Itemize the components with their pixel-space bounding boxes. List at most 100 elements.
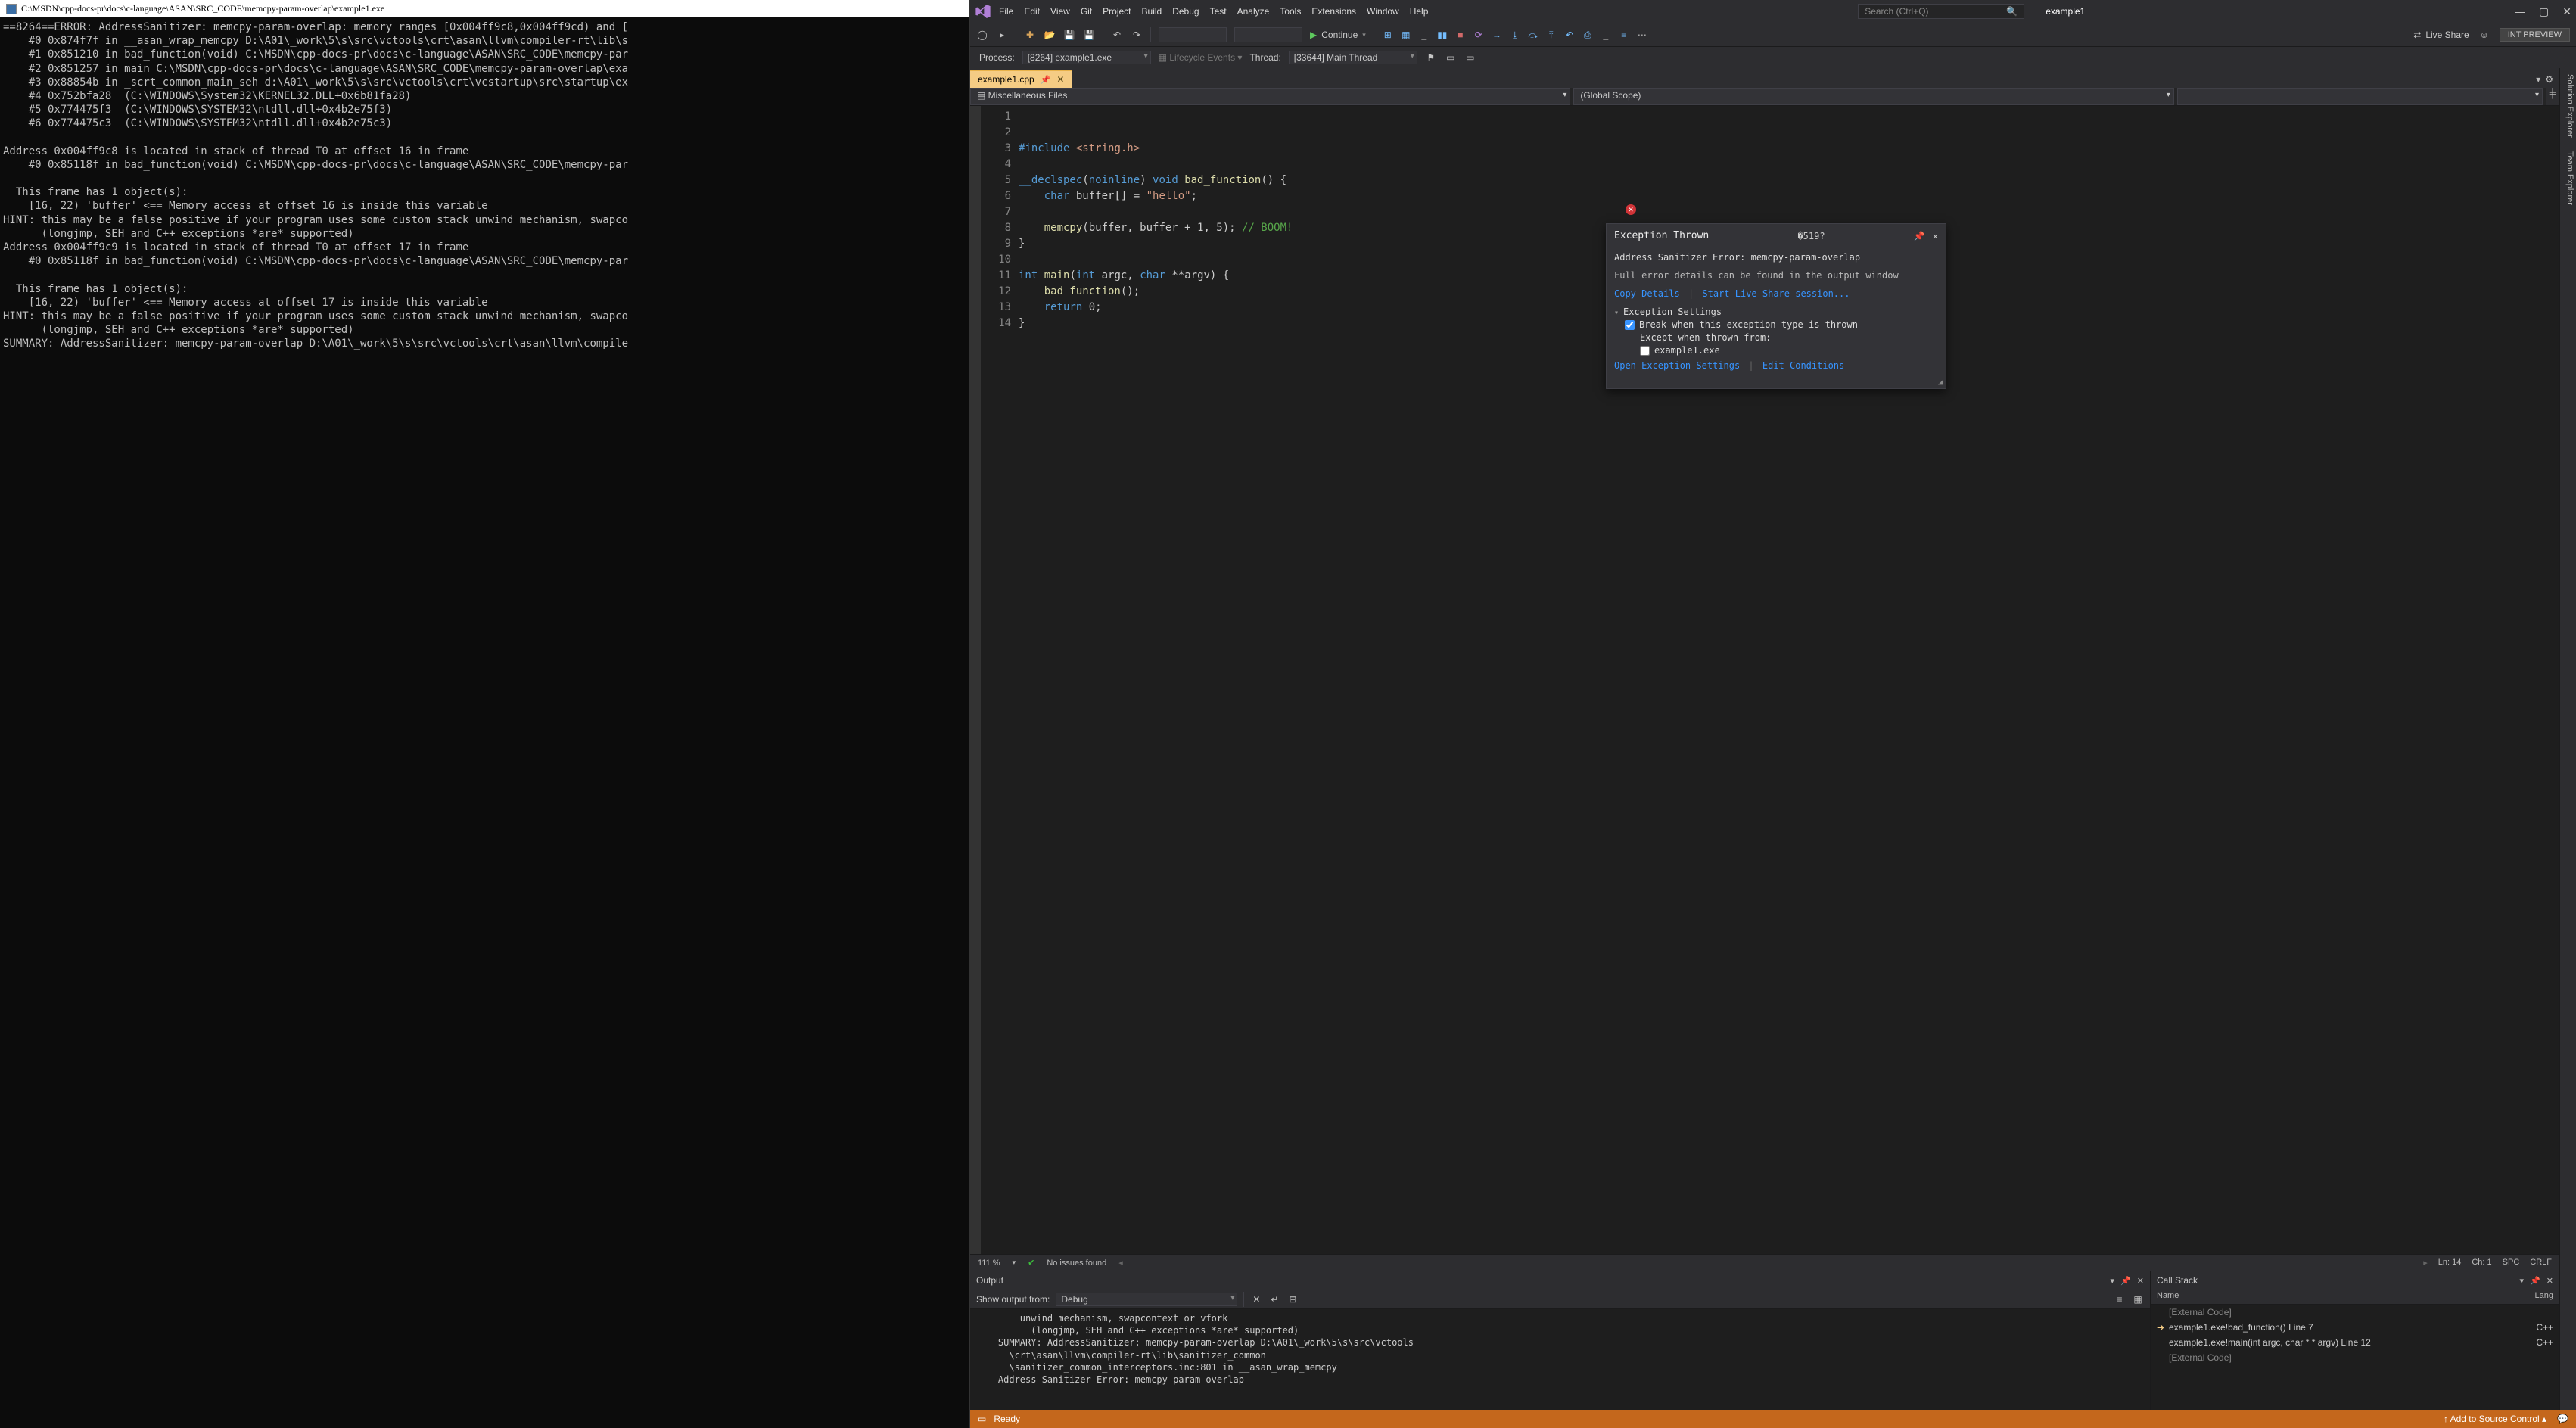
- menu-debug[interactable]: Debug: [1172, 6, 1199, 17]
- menu-test[interactable]: Test: [1210, 6, 1227, 17]
- menu-git[interactable]: Git: [1081, 6, 1092, 17]
- output-find-icon[interactable]: ⊟: [1286, 1293, 1299, 1305]
- tab-settings-icon[interactable]: ⚙: [2545, 74, 2553, 85]
- menu-view[interactable]: View: [1050, 6, 1070, 17]
- step-out-icon[interactable]: ⤒: [1545, 29, 1557, 41]
- callstack-row[interactable]: [External Code]: [2151, 1305, 2559, 1320]
- hex-icon[interactable]: ▦: [1400, 29, 1412, 41]
- eol-indicator[interactable]: CRLF: [2530, 1258, 2552, 1268]
- issues-text[interactable]: No issues found: [1047, 1258, 1106, 1268]
- cs-dropdown-icon[interactable]: ▾: [2520, 1276, 2525, 1286]
- nav-back-icon[interactable]: ◯: [976, 29, 988, 41]
- exception-pin-icon[interactable]: �519?: [1797, 231, 1825, 241]
- error-glyph-icon[interactable]: ✕: [1626, 204, 1636, 215]
- callstack-tab[interactable]: Call Stack: [2157, 1275, 2198, 1286]
- stop-icon[interactable]: ■: [1454, 29, 1467, 41]
- col-indicator[interactable]: Ch: 1: [2472, 1258, 2491, 1268]
- stackframe-icon[interactable]: ▭: [1445, 51, 1457, 64]
- pin-icon[interactable]: 📌: [1041, 75, 1051, 85]
- save-icon[interactable]: 💾: [1063, 29, 1075, 41]
- output-opt-icon[interactable]: ▦: [2132, 1293, 2144, 1305]
- output-goto-icon[interactable]: ≡: [2114, 1293, 2126, 1305]
- cs-pin-icon[interactable]: 📌: [2530, 1276, 2540, 1286]
- open-icon[interactable]: 📂: [1044, 29, 1056, 41]
- panel-close-icon[interactable]: ✕: [2137, 1276, 2144, 1286]
- search-box[interactable]: Search (Ctrl+Q) 🔍: [1858, 4, 2024, 19]
- menu-tools[interactable]: Tools: [1280, 6, 1301, 17]
- cs-col-name[interactable]: Name: [2157, 1291, 2179, 1302]
- output-from-combo[interactable]: Debug: [1056, 1293, 1237, 1306]
- menu-help[interactable]: Help: [1410, 6, 1429, 17]
- callstack-row[interactable]: ➔example1.exe!bad_function() Line 7C++: [2151, 1320, 2559, 1335]
- exception-settings-header[interactable]: Exception Settings: [1614, 306, 1938, 317]
- stackframe2-icon[interactable]: ▭: [1464, 51, 1476, 64]
- redo-icon[interactable]: ↷: [1131, 29, 1143, 41]
- undo-icon[interactable]: ↶: [1111, 29, 1123, 41]
- windows-icon[interactable]: ⊞: [1382, 29, 1394, 41]
- lifecycle-events[interactable]: ▦ Lifecycle Events ▾: [1159, 52, 1243, 63]
- cs-col-lang[interactable]: Lang: [2535, 1291, 2553, 1302]
- thread-combo[interactable]: [33644] Main Thread: [1289, 51, 1417, 64]
- callstack-row[interactable]: example1.exe!main(int argc, char * * arg…: [2151, 1335, 2559, 1350]
- platform-dropdown[interactable]: [1234, 27, 1302, 42]
- nav-fwd-icon[interactable]: ▸: [996, 29, 1008, 41]
- edit-conditions-link[interactable]: Edit Conditions: [1762, 360, 1844, 371]
- exception-pin-icon[interactable]: 📌: [1914, 231, 1925, 241]
- step-over-icon[interactable]: ⤼: [1527, 29, 1539, 41]
- nav-scope-left[interactable]: ▤ Miscellaneous Files: [970, 88, 1570, 105]
- console-titlebar[interactable]: C:\MSDN\cpp-docs-pr\docs\c-language\ASAN…: [0, 0, 969, 17]
- menu-project[interactable]: Project: [1103, 6, 1131, 17]
- break-checkbox[interactable]: [1625, 320, 1635, 330]
- document-tab-example1[interactable]: example1.cpp 📌 ✕: [970, 70, 1072, 88]
- nav-scope-right[interactable]: (Global Scope): [1573, 88, 2173, 105]
- callstack-row[interactable]: [External Code]: [2151, 1350, 2559, 1365]
- menu-file[interactable]: File: [999, 6, 1013, 17]
- pause-icon[interactable]: ▮▮: [1436, 29, 1448, 41]
- split-icon[interactable]: ╪: [2546, 88, 2559, 105]
- add-source-control[interactable]: ↑ Add to Source Control ▴: [2444, 1414, 2546, 1424]
- new-icon[interactable]: ✚: [1024, 29, 1036, 41]
- vs-titlebar[interactable]: File Edit View Git Project Build Debug Test Anal…: [970, 0, 2576, 23]
- code-editor[interactable]: 1234567891011121314 #include <string.h> …: [970, 106, 2559, 1254]
- show-next-icon[interactable]: →: [1491, 29, 1503, 41]
- start-liveshare-link[interactable]: Start Live Share session...: [1702, 288, 1850, 299]
- maximize-button[interactable]: ▢: [2539, 5, 2549, 18]
- output-body[interactable]: unwind mechanism, swapcontext or vfork (…: [970, 1309, 2150, 1410]
- console-output[interactable]: ==8264==ERROR: AddressSanitizer: memcpy-…: [0, 17, 969, 354]
- process-combo[interactable]: [8264] example1.exe: [1022, 51, 1151, 64]
- nav-scope-member[interactable]: [2177, 88, 2543, 105]
- exception-close-icon[interactable]: ✕: [1933, 231, 1938, 241]
- output-clear-icon[interactable]: ✕: [1250, 1293, 1262, 1305]
- output-tab[interactable]: Output: [976, 1275, 1003, 1286]
- tab-dropdown-icon[interactable]: ▾: [2536, 74, 2540, 85]
- resize-grip-icon[interactable]: ◢: [1607, 378, 1946, 388]
- snapshot-icon[interactable]: ⎙: [1582, 29, 1594, 41]
- liveshare-button[interactable]: ⇄ Live Share: [2413, 30, 2469, 40]
- feedback-icon[interactable]: ☺: [2478, 29, 2490, 41]
- output-wrap-icon[interactable]: ↵: [1268, 1293, 1280, 1305]
- menu-window[interactable]: Window: [1367, 6, 1399, 17]
- callstack-body[interactable]: [External Code]➔example1.exe!bad_functio…: [2151, 1305, 2559, 1410]
- open-exception-settings-link[interactable]: Open Exception Settings: [1614, 360, 1740, 371]
- zoom-level[interactable]: 111 %: [978, 1258, 1000, 1268]
- menu-extensions[interactable]: Extensions: [1311, 6, 1356, 17]
- step-back-icon[interactable]: ↶: [1563, 29, 1576, 41]
- cs-close-icon[interactable]: ✕: [2546, 1276, 2553, 1286]
- menu-build[interactable]: Build: [1142, 6, 1162, 17]
- except-item-checkbox[interactable]: [1640, 346, 1650, 356]
- line-indicator[interactable]: Ln: 14: [2438, 1258, 2462, 1268]
- tab-close-icon[interactable]: ✕: [1056, 74, 1064, 85]
- toolwindow-tab-solution-explorer[interactable]: Solution Explorer: [2562, 74, 2574, 138]
- menu-analyze[interactable]: Analyze: [1237, 6, 1270, 17]
- panel-dropdown-icon[interactable]: ▾: [2111, 1276, 2115, 1286]
- copy-details-link[interactable]: Copy Details: [1614, 288, 1680, 299]
- threads-icon[interactable]: ≡: [1618, 29, 1630, 41]
- menu-edit[interactable]: Edit: [1024, 6, 1040, 17]
- close-button[interactable]: ✕: [2562, 5, 2571, 18]
- restart-icon[interactable]: ⟳: [1473, 29, 1485, 41]
- continue-button[interactable]: ▶ Continue ▾: [1310, 30, 1366, 40]
- minimize-button[interactable]: —: [2515, 5, 2525, 18]
- config-dropdown[interactable]: [1159, 27, 1227, 42]
- notifications-icon[interactable]: 💬: [2557, 1414, 2568, 1424]
- step-into-icon[interactable]: ⤓: [1509, 29, 1521, 41]
